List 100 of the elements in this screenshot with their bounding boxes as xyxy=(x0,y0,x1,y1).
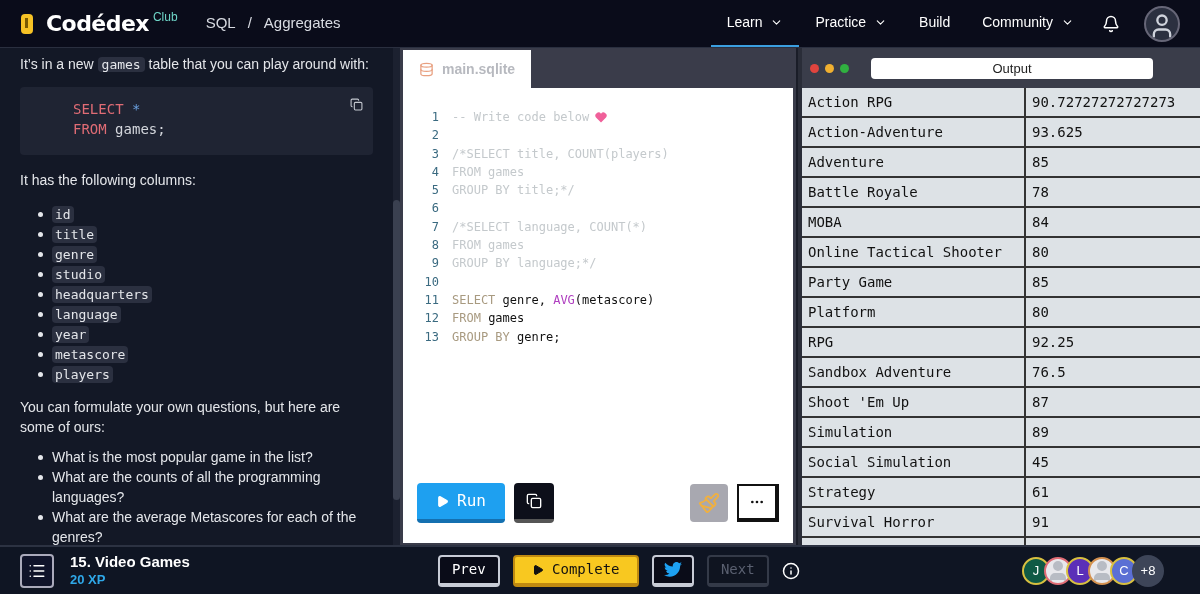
table-cell: Strategy xyxy=(802,478,1026,506)
coin-icon xyxy=(20,12,34,35)
code-token: SELECT xyxy=(452,291,496,309)
bullet xyxy=(38,515,43,520)
bullet xyxy=(38,231,43,237)
exercise-title: 15. Video Games xyxy=(70,552,190,571)
line-number: 6 xyxy=(430,200,439,218)
breadcrumb-link[interactable]: SQL xyxy=(205,12,236,35)
user-avatar[interactable] xyxy=(1144,5,1180,42)
table-cell-text: 76.5 xyxy=(1031,363,1067,382)
copy-icon xyxy=(526,493,542,509)
breadcrumb-link[interactable]: Aggregates xyxy=(263,12,341,35)
complete-button[interactable]: Complete xyxy=(512,554,639,587)
database-icon xyxy=(419,61,434,77)
table-cell: Online Tactical Shooter xyxy=(802,238,1026,266)
column-name: metascore xyxy=(52,345,129,363)
code-token: GROUP BY xyxy=(452,328,510,346)
bullet xyxy=(38,331,43,337)
code-token: /*SELECT language, COUNT(*) xyxy=(452,218,648,236)
bell-icon[interactable] xyxy=(1102,14,1120,33)
table-cell-text: 78 xyxy=(1031,183,1050,202)
table-cell-text: 45 xyxy=(1031,453,1050,472)
bird-icon xyxy=(663,562,682,577)
info-icon[interactable] xyxy=(781,561,800,580)
lesson-list-button[interactable] xyxy=(20,553,54,588)
nav-tab[interactable]: Practice xyxy=(799,0,904,47)
lesson-paragraph: You can formulate your own questions, but here are some of ours: xyxy=(20,398,342,437)
club-label: Club xyxy=(152,9,178,26)
column-name: studio xyxy=(52,265,105,283)
twitter-button[interactable] xyxy=(651,554,694,587)
column-name: id xyxy=(52,205,74,223)
line-number: 2 xyxy=(430,127,439,145)
code-line: SELECT * xyxy=(73,100,141,119)
code-token: FROM games xyxy=(452,237,525,255)
line-number: 10 xyxy=(423,273,439,291)
table-cell: Battle Royale xyxy=(802,178,1026,206)
table-cell: Platform xyxy=(802,298,1026,326)
table-cell: MOBA xyxy=(802,208,1026,236)
table-cell-text: 80 xyxy=(1031,303,1050,322)
play-icon xyxy=(436,494,450,508)
paintbrush-icon xyxy=(698,492,720,514)
line-number: 7 xyxy=(430,218,439,236)
more-button[interactable] xyxy=(737,484,779,522)
code-token: genre, xyxy=(501,291,547,309)
column-name: players xyxy=(52,365,113,383)
copy-icon[interactable] xyxy=(350,98,363,111)
table-cell-text: 80 xyxy=(1031,243,1050,262)
table-cell: Adventure xyxy=(802,148,1026,176)
column-name: genre xyxy=(52,245,98,263)
column-name: year xyxy=(52,325,90,343)
bullet xyxy=(38,291,43,297)
table-cell-text: 61 xyxy=(1031,483,1050,502)
table-cell-text: 89 xyxy=(1031,423,1050,442)
line-number: 12 xyxy=(423,310,439,328)
logo[interactable]: Codédex xyxy=(46,7,149,40)
table-cell-text: 90.72727272727273 xyxy=(1031,93,1177,112)
prev-button[interactable]: Prev xyxy=(437,554,500,587)
bullet xyxy=(38,251,43,257)
code-token: -- Write code below xyxy=(452,109,590,126)
table-cell: Action-Adventure xyxy=(802,118,1026,146)
copy-button[interactable] xyxy=(514,483,554,523)
scrollbar-thumb[interactable] xyxy=(393,200,400,500)
breadcrumb-separator: / xyxy=(246,13,253,34)
table-cell-text: 85 xyxy=(1031,273,1050,292)
line-number: 5 xyxy=(430,182,439,200)
table-cell-text: 93.625 xyxy=(1031,123,1084,142)
table-cell-text: 87 xyxy=(1031,393,1050,412)
bullet xyxy=(38,351,43,357)
table-cell: Sandbox Adventure xyxy=(802,358,1026,386)
bullet xyxy=(38,271,43,277)
table-cell: Shoot 'Em Up xyxy=(802,388,1026,416)
bullet xyxy=(38,211,43,217)
bullet xyxy=(38,455,43,460)
more-users-badge[interactable]: +8 xyxy=(1132,554,1164,587)
line-number: 4 xyxy=(430,163,439,181)
column-name: title xyxy=(52,225,98,243)
table-cell-text: 92.25 xyxy=(1031,333,1076,352)
play-icon xyxy=(532,563,545,576)
code-token: GROUP BY language;*/ xyxy=(452,255,597,273)
table-cell-text: 84 xyxy=(1031,213,1050,232)
bullet xyxy=(38,371,43,377)
lesson-paragraph: It’s in a new games table that you can play around with: xyxy=(20,55,370,74)
column-name: headquarters xyxy=(52,285,152,303)
question-text: What are the counts of all the programming languages? xyxy=(52,468,322,507)
line-number: 11 xyxy=(423,291,439,309)
question-text: What is the most popular game in the list? xyxy=(52,448,313,467)
code-token: FROM xyxy=(452,310,481,328)
line-number: 1 xyxy=(430,109,439,126)
nav-tab[interactable]: Community xyxy=(966,0,1090,47)
code-line: FROM games; xyxy=(73,120,166,139)
table-cell: Simulation xyxy=(802,418,1026,446)
bullet xyxy=(38,311,43,317)
table-cell-text: 85 xyxy=(1031,153,1050,172)
bullet xyxy=(38,475,43,480)
line-number: 9 xyxy=(430,255,439,273)
table-cell: RPG xyxy=(802,328,1026,356)
table-cell: Party Game xyxy=(802,268,1026,296)
nav-tab[interactable]: Build xyxy=(903,0,967,47)
table-cell: Survival Horror xyxy=(802,508,1026,536)
line-number: 3 xyxy=(430,145,439,163)
